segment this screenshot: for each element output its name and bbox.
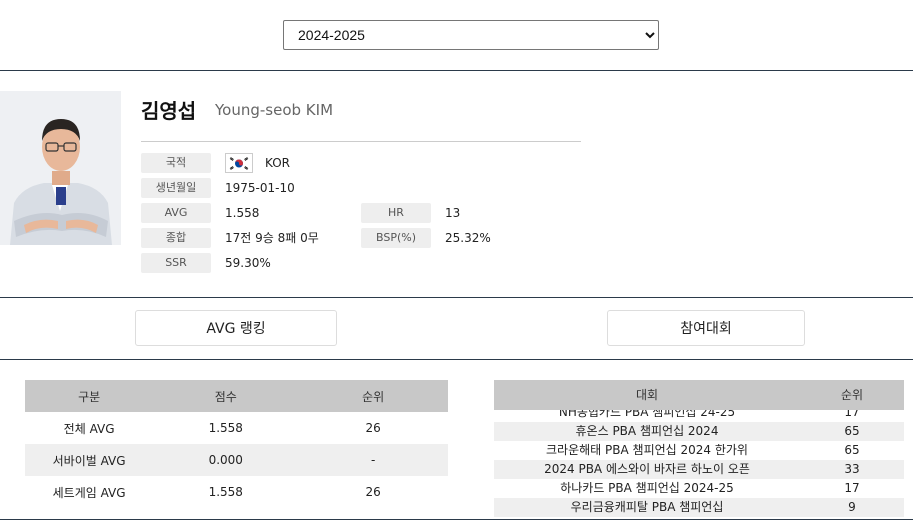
- tournament-table[interactable]: 대회 순위 NH농협카드 PBA 챔피언십 24-25 17 휴온스 PBA 챔…: [494, 380, 904, 517]
- record-label: 종합: [141, 228, 211, 248]
- header-score: 점수: [153, 380, 299, 412]
- name-divider: [141, 141, 581, 142]
- avg-table-header: 구분 점수 순위: [25, 380, 448, 412]
- table-row: 전체 AVG 1.558 26: [25, 412, 448, 444]
- header-tournament: 대회: [635, 388, 659, 402]
- avg-type: 세트게임 AVG: [52, 485, 126, 500]
- ssr-label: SSR: [141, 253, 211, 273]
- table-row: 서바이벌 AVG 0.000 -: [25, 444, 448, 476]
- avg-type: 서바이벌 AVG: [25, 444, 154, 476]
- avg-score: 1.558: [208, 421, 243, 435]
- player-name-english: Young-seob KIM: [215, 101, 334, 119]
- korea-flag-icon: [225, 153, 253, 173]
- record-value: 17전 9승 8패 0무: [225, 231, 319, 245]
- profile-divider: [0, 297, 913, 298]
- tournaments-button[interactable]: 참여대회: [607, 310, 805, 346]
- avg-table: 구분 점수 순위 전체 AVG 1.558 26 서바이벌 AVG 0.000 …: [25, 380, 448, 508]
- table-row: 세트게임 AVG 1.558 26: [25, 476, 448, 508]
- tournament-rank: 9: [848, 500, 856, 514]
- ssr-value: 59.30%: [225, 256, 271, 270]
- header-rank: 순위: [840, 388, 864, 402]
- bottom-divider: [0, 519, 913, 520]
- tournament-rank: 33: [844, 462, 860, 476]
- avg-rank: -: [298, 444, 448, 476]
- tournament-rank: 17: [844, 410, 860, 419]
- player-name-korean: 김영섭: [141, 99, 197, 123]
- tournament-name: 2024 PBA 에스와이 바자르 하노이 오픈: [544, 462, 750, 476]
- birth-label: 생년월일: [141, 178, 211, 198]
- tournament-name: 우리금융캐피탈 PBA 챔피언십: [570, 500, 724, 514]
- tournament-name: 휴온스 PBA 챔피언십 2024: [575, 424, 719, 438]
- avg-ranking-button[interactable]: AVG 랭킹: [135, 310, 337, 346]
- avg-rank: 26: [365, 485, 381, 499]
- bsp-value: 25.32%: [445, 231, 491, 245]
- bsp-label: BSP(%): [361, 228, 431, 248]
- list-item[interactable]: 크라운해태 PBA 챔피언십 2024 한가위 65: [494, 441, 904, 460]
- birth-value: 1975-01-10: [225, 181, 295, 195]
- tournament-rank: 17: [844, 481, 860, 495]
- list-item[interactable]: 2024 PBA 에스와이 바자르 하노이 오픈 33: [494, 460, 904, 479]
- tournament-rank: 65: [844, 443, 860, 457]
- tournament-name: 크라운해태 PBA 챔피언십 2024 한가위: [546, 443, 748, 457]
- top-divider: [0, 70, 913, 71]
- tournament-name: NH농협카드 PBA 챔피언십 24-25: [558, 410, 736, 419]
- tournament-table-header: 대회 순위: [494, 380, 904, 410]
- hr-label: HR: [361, 203, 431, 223]
- list-item[interactable]: 휴온스 PBA 챔피언십 2024 65: [494, 422, 904, 441]
- avg-label: AVG: [141, 203, 211, 223]
- list-item[interactable]: 우리금융캐피탈 PBA 챔피언십 9: [494, 498, 904, 517]
- player-photo: [0, 91, 121, 245]
- list-item[interactable]: 하나카드 PBA 챔피언십 2024-25 17: [494, 479, 904, 498]
- avg-rank: 26: [365, 421, 381, 435]
- tournament-list-scroll[interactable]: NH농협카드 PBA 챔피언십 24-25 17 휴온스 PBA 챔피언십 20…: [494, 410, 904, 517]
- buttons-divider: [0, 359, 913, 360]
- header-type: 구분: [25, 380, 154, 412]
- nationality-value: KOR: [265, 156, 290, 170]
- avg-score: 1.558: [208, 485, 243, 499]
- header-rank: 순위: [298, 380, 448, 412]
- avg-score: 0.000: [153, 444, 299, 476]
- hr-value: 13: [445, 206, 461, 220]
- tournament-name: 하나카드 PBA 챔피언십 2024-25: [560, 481, 734, 495]
- avg-value: 1.558: [225, 206, 260, 220]
- list-item[interactable]: NH농협카드 PBA 챔피언십 24-25 17: [494, 410, 904, 422]
- season-select[interactable]: 2024-2025: [283, 20, 659, 50]
- avg-type: 전체 AVG: [63, 421, 115, 436]
- nationality-label: 국적: [141, 153, 211, 173]
- tournament-rank: 65: [844, 424, 860, 438]
